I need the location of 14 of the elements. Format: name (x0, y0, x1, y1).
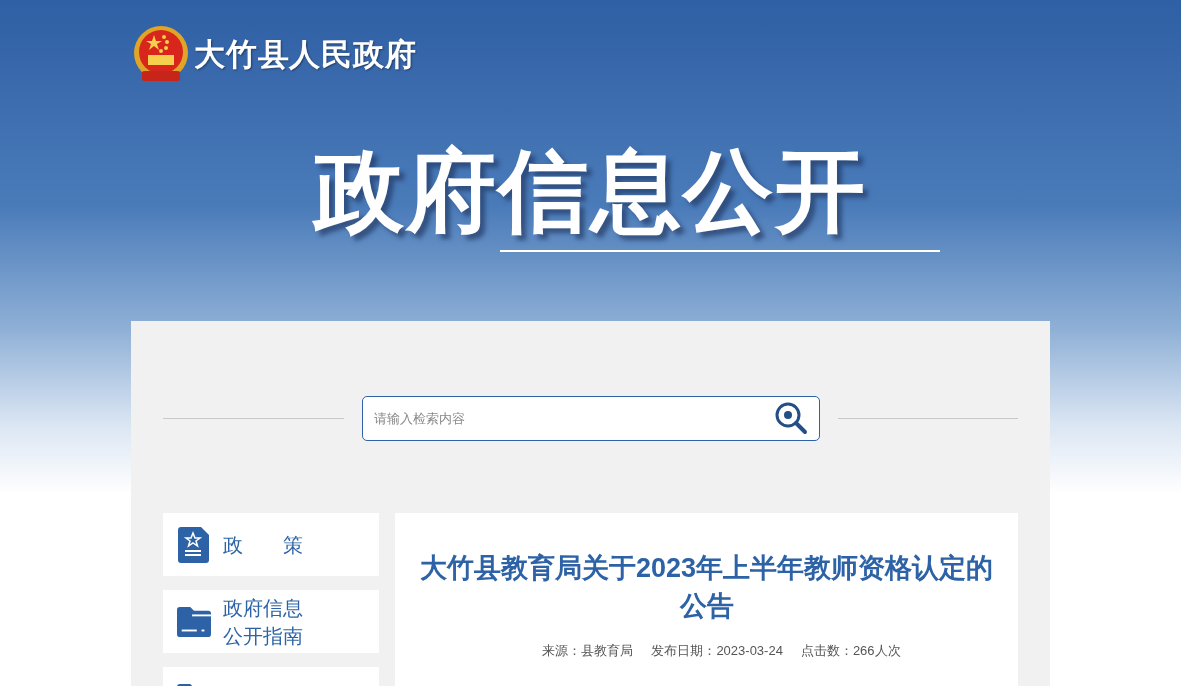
banner-title: 政府信息公开 (313, 146, 868, 236)
sidebar-label: 政府信息公开指南 (223, 595, 304, 649)
article-meta: 点击数：266人次 (800, 642, 901, 660)
article-meta: 发布日期：2023-03-24 (651, 642, 783, 660)
article-title: 大竹县教育局关于2023年上半年教师资格认定的公告 (419, 552, 994, 623)
search-icon[interactable] (773, 401, 808, 435)
sidebar-item[interactable]: 政 策 (163, 513, 379, 576)
site-name: 大竹县人民政府 (194, 35, 417, 74)
document-star-icon (178, 526, 210, 563)
sidebar-item[interactable]: 政府信息公开指南 (163, 590, 379, 653)
article-meta: 来源：县教育局 (542, 642, 634, 660)
folder-icon (177, 605, 211, 638)
sidebar-label: 政 策 (223, 532, 304, 558)
search-field[interactable]: 请输入检索内容 (361, 396, 820, 441)
